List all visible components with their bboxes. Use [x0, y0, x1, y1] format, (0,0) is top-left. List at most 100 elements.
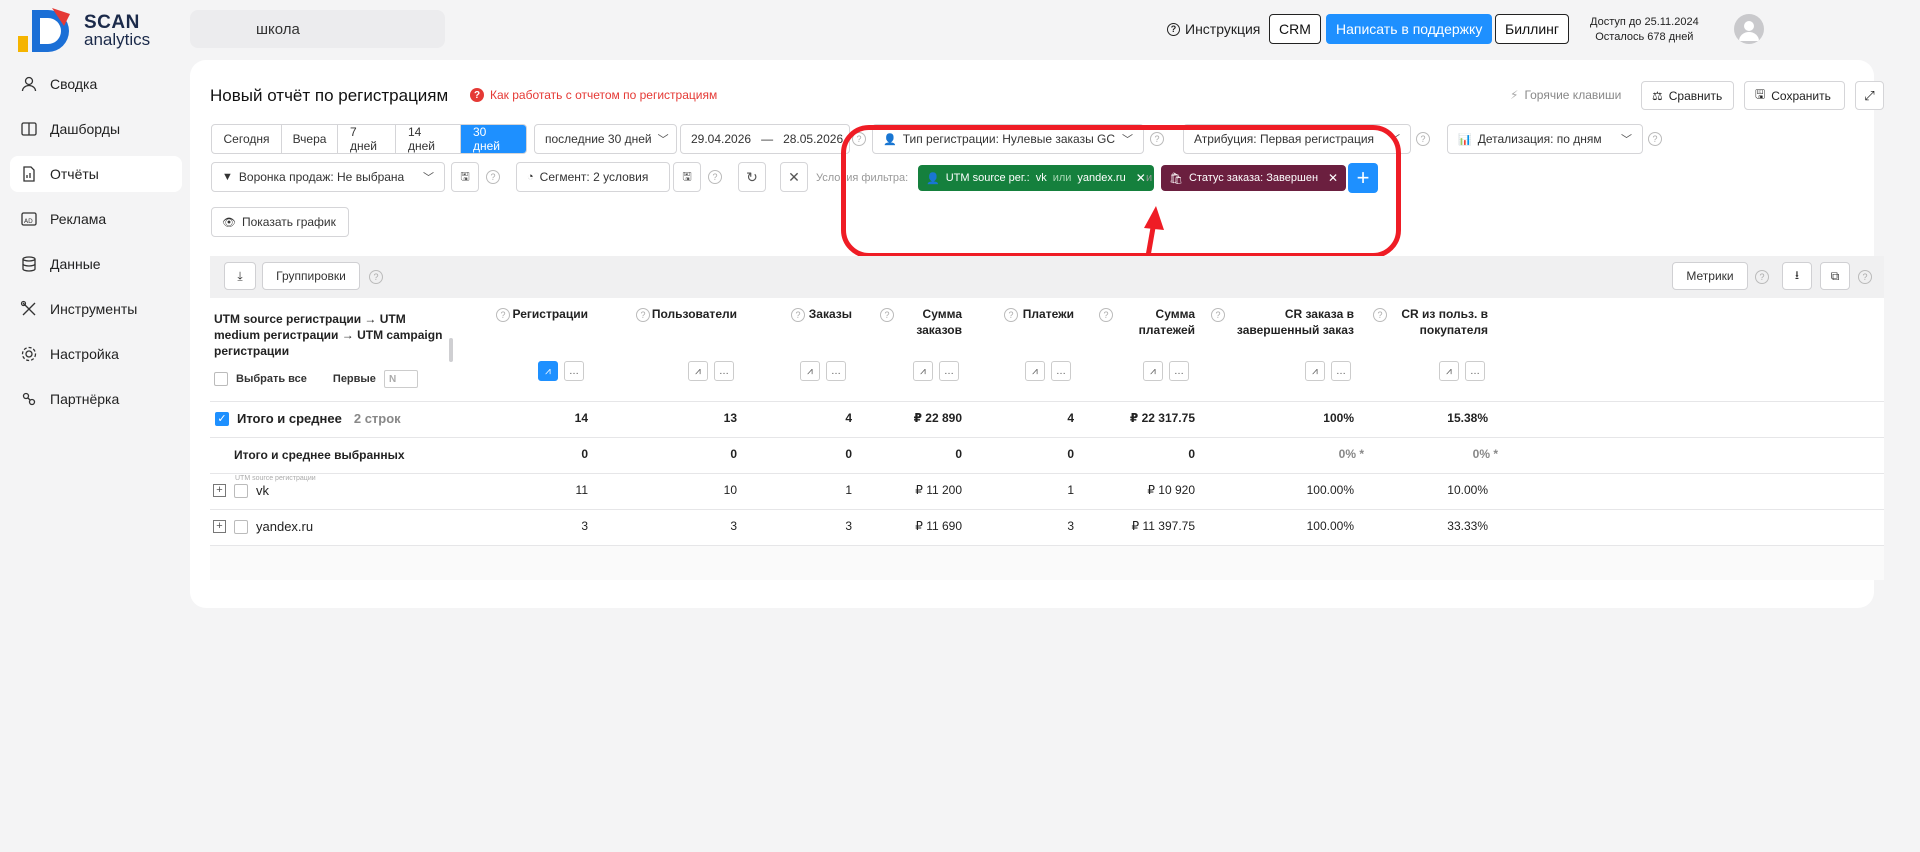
more-options-icon[interactable]: … — [564, 361, 584, 381]
chart-toggle-icon[interactable]: ⩘ — [913, 361, 933, 381]
chart-toggle-icon[interactable]: ⩘ — [538, 361, 558, 381]
chart-toggle-icon[interactable]: ⩘ — [800, 361, 820, 381]
funnel-select[interactable]: ▼ Воронка продаж: Не выбрана ﹀ — [211, 162, 445, 192]
date-range[interactable]: 29.04.2026 — 28.05.2026 — [680, 124, 850, 154]
funnel-save-button[interactable]: 🖫 — [451, 162, 479, 192]
sidebar-item-data[interactable]: Данные — [10, 246, 182, 282]
refresh-button[interactable]: ↻ — [738, 162, 766, 192]
select-all-label: Выбрать все — [236, 373, 307, 385]
chart-toggle-icon[interactable]: ⩘ — [1305, 361, 1325, 381]
compare-button[interactable]: ⚖ Сравнить — [1641, 81, 1734, 110]
period-7-days[interactable]: 7 дней — [338, 125, 396, 153]
period-select-value: последние 30 дней — [545, 132, 652, 146]
period-select[interactable]: последние 30 дней ﹀ — [534, 124, 677, 154]
column-header-line1: Пользователи — [651, 307, 737, 321]
hotkeys-label: Горячие клавиши — [1524, 88, 1622, 102]
sidebar-item-dashboards[interactable]: Дашборды — [10, 111, 182, 147]
help-icon[interactable]: ? — [369, 270, 383, 284]
select-all-checkbox[interactable] — [214, 372, 228, 386]
help-icon[interactable]: ? — [1373, 308, 1387, 322]
help-icon[interactable]: ? — [1858, 270, 1872, 284]
more-options-icon[interactable]: … — [1051, 361, 1071, 381]
download-button[interactable]: ⤓ — [224, 262, 256, 290]
table-cell: 3 — [581, 519, 588, 533]
chart-toggle-icon[interactable]: ⩘ — [1439, 361, 1459, 381]
copy-button[interactable]: ⧉ — [1820, 262, 1850, 290]
help-icon[interactable]: ? — [486, 170, 500, 184]
column-header[interactable]: Заказы — [809, 306, 852, 322]
period-yesterday[interactable]: Вчера — [282, 125, 338, 153]
chart-toggle-icon[interactable]: ⩘ — [1025, 361, 1045, 381]
help-icon[interactable]: ? — [1004, 308, 1018, 322]
column-header[interactable]: Сумма заказов — [916, 306, 962, 338]
billing-button[interactable]: Биллинг — [1495, 14, 1570, 44]
expand-icon[interactable]: + — [213, 484, 226, 497]
sidebar-item-ads[interactable]: AD Реклама — [10, 201, 182, 237]
help-icon[interactable]: ? — [708, 170, 722, 184]
help-icon[interactable]: ? — [1211, 308, 1225, 322]
help-icon[interactable]: ? — [1099, 308, 1113, 322]
chart-toggle-icon[interactable]: ⩘ — [688, 361, 708, 381]
row-checkbox[interactable] — [234, 519, 248, 534]
first-n-input[interactable]: N — [383, 370, 418, 388]
header-scrollbar[interactable] — [449, 338, 453, 362]
metrics-button[interactable]: Метрики — [1672, 262, 1748, 290]
help-icon[interactable]: ? — [791, 308, 805, 322]
column-header[interactable]: Платежи — [1023, 306, 1074, 322]
period-14-days[interactable]: 14 дней — [396, 125, 461, 153]
total-checkbox[interactable]: ✓ — [215, 411, 229, 426]
sidebar-item-reports[interactable]: Отчёты — [10, 156, 182, 192]
segment-save-button[interactable]: 🖫 — [673, 162, 701, 192]
help-icon[interactable]: ? — [636, 308, 650, 322]
more-options-icon[interactable]: … — [826, 361, 846, 381]
export-button[interactable]: ⭳ — [1782, 262, 1812, 290]
period-today[interactable]: Сегодня — [212, 125, 282, 153]
more-options-icon[interactable]: … — [1169, 361, 1189, 381]
more-options-icon[interactable]: … — [1465, 361, 1485, 381]
help-icon[interactable]: ? — [496, 308, 510, 322]
sidebar-item-tools[interactable]: Инструменты — [10, 291, 182, 327]
segment-select[interactable]: ◔ Сегмент: 2 условия — [516, 162, 670, 192]
more-options-icon[interactable]: … — [714, 361, 734, 381]
total-row-label: ✓ Итого и среднее 2 строк — [215, 411, 401, 426]
sidebar-item-settings[interactable]: Настройка — [10, 336, 182, 372]
row-checkbox[interactable] — [234, 483, 248, 498]
crm-button[interactable]: CRM — [1269, 14, 1321, 44]
expand-icon[interactable]: + — [213, 520, 226, 533]
table-cell: 0 — [730, 447, 737, 461]
search-input[interactable]: школа — [190, 10, 445, 48]
howto-link[interactable]: ? Как работать с отчетом по регистрациям — [470, 88, 717, 102]
help-icon[interactable]: ? — [1648, 132, 1662, 146]
table-cell: ₽ 11 397.75 — [1131, 519, 1195, 533]
column-header[interactable]: CR из польз. в покупателя — [1401, 306, 1488, 338]
column-header[interactable]: CR заказа в завершенный заказ — [1237, 306, 1354, 338]
save-button[interactable]: 🖫 Сохранить — [1744, 81, 1845, 110]
detail-select[interactable]: 📊 Детализация: по дням ﹀ — [1447, 124, 1643, 154]
help-link[interactable]: ? Инструкция — [1167, 14, 1260, 44]
scan-analytics-logo[interactable]: SCAN analytics — [18, 6, 158, 52]
fullscreen-button[interactable]: ⤢ — [1855, 81, 1884, 110]
sidebar-item-label: Реклама — [50, 211, 107, 227]
hotkeys-link[interactable]: ⚡ Горячие клавиши — [1510, 88, 1621, 102]
avatar[interactable] — [1734, 14, 1764, 44]
more-options-icon[interactable]: … — [1331, 361, 1351, 381]
column-header[interactable]: Регистрации — [513, 306, 588, 322]
chart-toggle-icon[interactable]: ⩘ — [1143, 361, 1163, 381]
download-icon: ⤓ — [237, 268, 243, 283]
sidebar-item-partners[interactable]: Партнёрка — [10, 381, 182, 417]
table-cell: 1 — [845, 483, 852, 497]
clear-filters-button[interactable]: ✕ — [780, 162, 808, 192]
help-icon[interactable]: ? — [1416, 132, 1430, 146]
period-30-days[interactable]: 30 дней — [461, 125, 526, 153]
groupings-button[interactable]: Группировки — [262, 262, 360, 290]
help-icon[interactable]: ? — [880, 308, 894, 322]
show-chart-button[interactable]: 👁 Показать график — [211, 207, 349, 237]
column-header[interactable]: Сумма платежей — [1139, 306, 1195, 338]
select-all[interactable]: Выбрать все Первые N — [214, 370, 418, 388]
sidebar-item-summary[interactable]: Сводка — [10, 66, 182, 102]
help-icon[interactable]: ? — [1755, 270, 1769, 284]
filter-icon: ▼ — [222, 171, 233, 183]
support-button[interactable]: Написать в поддержку — [1326, 14, 1493, 44]
column-header[interactable]: Пользователи — [652, 306, 737, 322]
more-options-icon[interactable]: … — [939, 361, 959, 381]
